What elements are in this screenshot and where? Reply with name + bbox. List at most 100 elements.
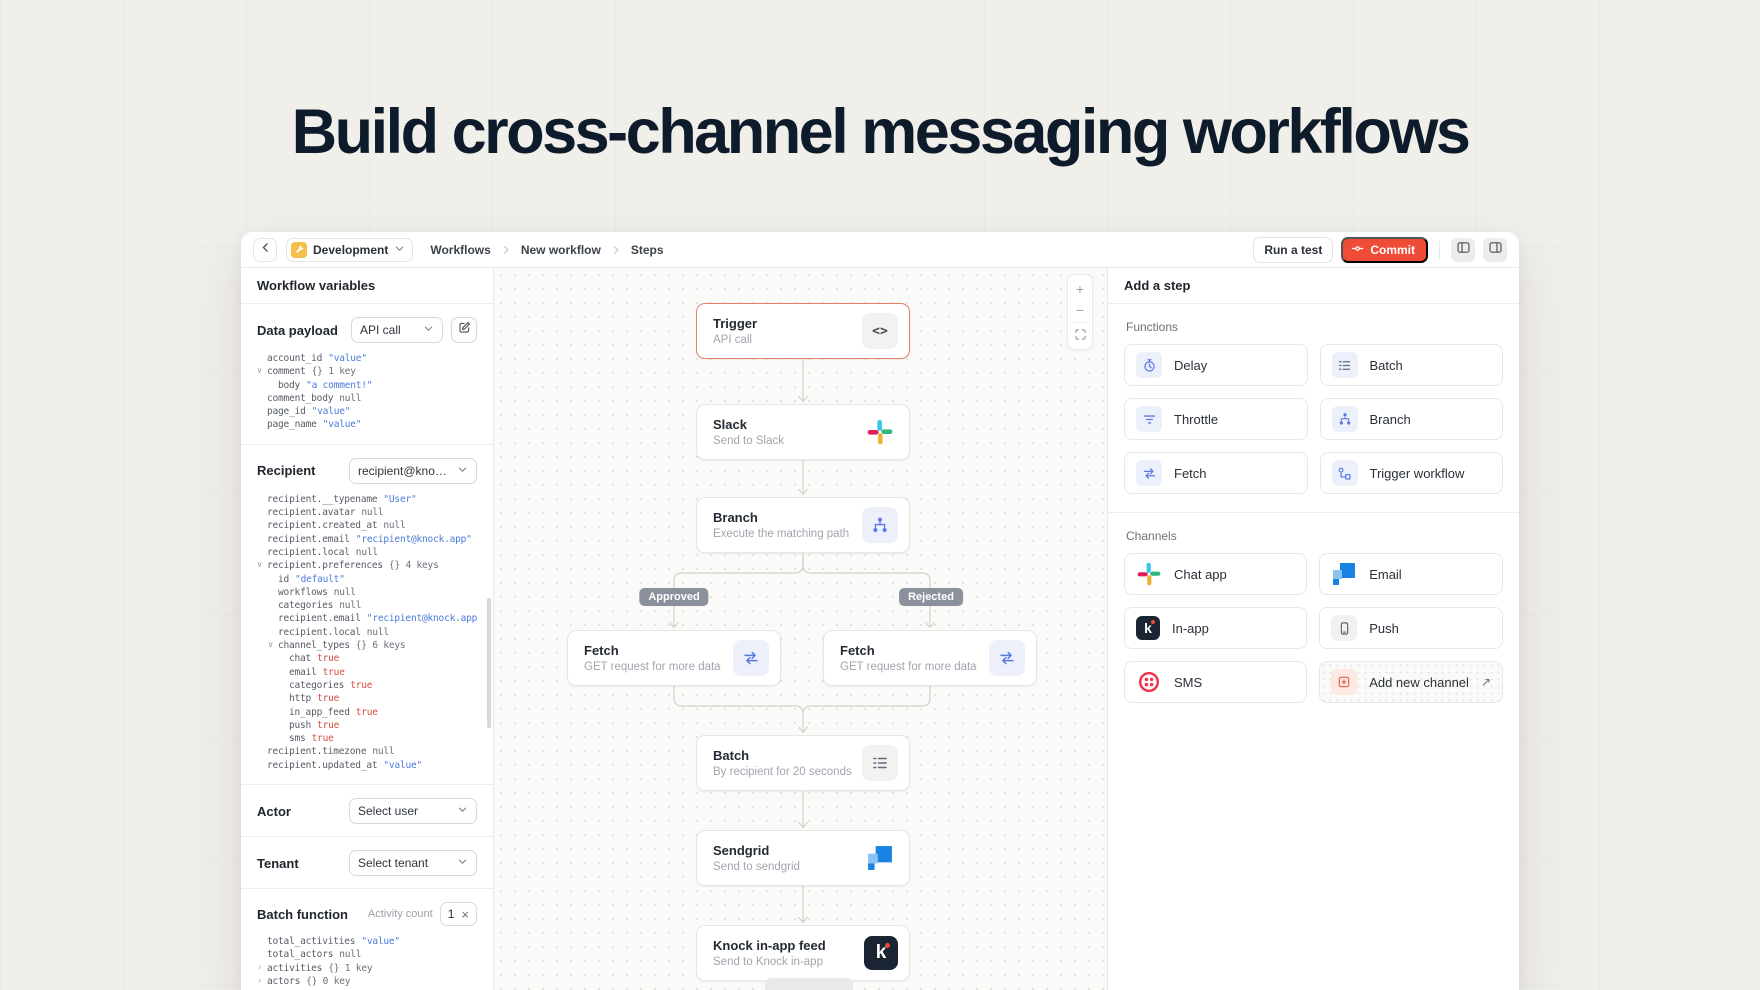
step-card-in-app[interactable]: kIn-app	[1124, 607, 1307, 649]
add-a-step-title: Add a step	[1108, 268, 1519, 304]
tree-expander[interactable]: ∨	[268, 639, 278, 652]
commit-button[interactable]: Commit	[1341, 237, 1428, 263]
recipient-label: Recipient	[257, 463, 316, 478]
workflow-canvas[interactable]: TriggerAPI call <> SlackSend to Slack Br…	[494, 268, 1107, 990]
json-tree-row: ›activities{} 1 key	[257, 962, 477, 975]
activity-count-input[interactable]: 1 ×	[440, 902, 477, 926]
sms-icon	[1136, 669, 1162, 695]
json-tree-row: recipient.timezonenull	[257, 745, 477, 758]
workflow-node-batch[interactable]: BatchBy recipient for 20 seconds	[696, 735, 910, 791]
chevron-right-icon	[610, 244, 622, 256]
branch-label-approved: Approved	[639, 588, 708, 606]
workflow-node-branch[interactable]: BranchExecute the matching path	[696, 497, 910, 553]
tree-expander[interactable]: ›	[257, 975, 267, 988]
json-tree-row: recipient.localnull	[257, 626, 477, 639]
fit-icon	[1074, 328, 1087, 344]
remove-activity-count-button[interactable]: ×	[461, 908, 469, 921]
step-card-label: Trigger workflow	[1370, 466, 1465, 481]
tenant-select[interactable]: Select tenant	[349, 850, 477, 876]
json-tree-row: httptrue	[257, 692, 477, 705]
commit-icon	[1351, 242, 1364, 258]
batch-icon	[1332, 352, 1358, 378]
json-tree-row: categoriesnull	[257, 599, 477, 612]
step-card-label: Throttle	[1174, 412, 1218, 427]
functions-label: Functions	[1126, 320, 1501, 334]
zoom-out-button[interactable]: −	[1069, 299, 1091, 320]
breadcrumb: Workflows New workflow Steps	[430, 243, 663, 257]
edit-payload-button[interactable]	[451, 317, 477, 343]
json-tree-row: chattrue	[257, 652, 477, 665]
step-card-add-new-channel[interactable]: Add new channel ↗	[1319, 661, 1503, 703]
zoom-in-button[interactable]: +	[1069, 278, 1091, 299]
breadcrumb-workflows[interactable]: Workflows	[430, 243, 490, 257]
json-tree-row: categoriestrue	[257, 679, 477, 692]
json-tree-row: page_id"value"	[257, 405, 477, 418]
tree-expander[interactable]: ∨	[257, 365, 267, 378]
step-card-label: Add new channel	[1369, 675, 1469, 690]
tenant-section: Tenant Select tenant	[241, 836, 493, 888]
fit-view-button[interactable]	[1069, 325, 1091, 346]
batch-icon	[862, 745, 898, 781]
step-card-push[interactable]: Push	[1319, 607, 1503, 649]
app-topbar: Development Workflows New workflow Steps…	[241, 232, 1519, 268]
environment-label: Development	[313, 243, 388, 257]
recipient-select[interactable]: recipient@knock....	[349, 458, 477, 484]
json-tree-row: recipient.email"recipient@knock.app"	[257, 533, 477, 546]
workflow-node-knock-in-app[interactable]: Knock in-app feedSend to Knock in-app k	[696, 925, 910, 981]
step-card-chat-app[interactable]: Chat app	[1124, 553, 1307, 595]
recipient-json-tree: recipient.__typename"User"recipient.avat…	[257, 493, 477, 772]
step-card-label: In-app	[1172, 621, 1209, 636]
workflow-node-sendgrid[interactable]: SendgridSend to sendgrid	[696, 830, 910, 886]
branch-icon	[862, 507, 898, 543]
json-tree-row: ∨comment{} 1 key	[257, 365, 477, 378]
branch-label-rejected: Rejected	[899, 588, 963, 606]
step-card-throttle[interactable]: Throttle	[1124, 398, 1308, 440]
workflow-node-fetch-right[interactable]: FetchGET request for more data	[823, 630, 1037, 686]
toggle-left-panel-button[interactable]	[1451, 238, 1475, 262]
step-card-trigger-workflow[interactable]: Trigger workflow	[1320, 452, 1504, 494]
step-card-label: Email	[1369, 567, 1402, 582]
panel-right-icon	[1488, 240, 1503, 260]
breadcrumb-new-workflow[interactable]: New workflow	[521, 243, 601, 257]
workflow-node-fetch-left[interactable]: FetchGET request for more data	[567, 630, 781, 686]
data-payload-section: Data payload API call account_id"value"∨…	[241, 304, 493, 444]
json-tree-row: recipient.localnull	[257, 546, 477, 559]
throttle-icon	[1136, 406, 1162, 432]
step-card-email[interactable]: Email	[1319, 553, 1503, 595]
json-tree-row: recipient.updated_at"value"	[257, 759, 477, 772]
step-card-branch[interactable]: Branch	[1320, 398, 1504, 440]
json-tree-row: ›actors{} 0 key	[257, 975, 477, 988]
step-card-fetch[interactable]: Fetch	[1124, 452, 1308, 494]
sidebar-scrollbar[interactable]	[487, 598, 491, 728]
json-tree-row: page_name"value"	[257, 418, 477, 431]
step-card-batch[interactable]: Batch	[1320, 344, 1504, 386]
toggle-right-panel-button[interactable]	[1483, 238, 1507, 262]
workflow-node-trigger[interactable]: TriggerAPI call <>	[696, 303, 910, 359]
chevron-down-icon	[394, 241, 405, 259]
fetch-icon	[989, 640, 1025, 676]
json-tree-row: pushtrue	[257, 719, 477, 732]
actor-section: Actor Select user	[241, 784, 493, 836]
tree-expander[interactable]: ∨	[257, 559, 267, 572]
pencil-icon	[457, 320, 472, 340]
back-button[interactable]	[253, 238, 277, 262]
chevron-down-icon	[457, 856, 468, 870]
step-card-label: Delay	[1174, 358, 1207, 373]
json-tree-row: total_activities"value"	[257, 935, 477, 948]
actor-label: Actor	[257, 804, 291, 819]
external-link-icon: ↗	[1481, 675, 1491, 689]
data-payload-select[interactable]: API call	[351, 317, 443, 343]
step-card-label: Push	[1369, 621, 1399, 636]
workflow-node-slack[interactable]: SlackSend to Slack	[696, 404, 910, 460]
actor-select[interactable]: Select user	[349, 798, 477, 824]
delay-icon	[1136, 352, 1162, 378]
step-card-delay[interactable]: Delay	[1124, 344, 1308, 386]
environment-switcher[interactable]: Development	[286, 238, 413, 262]
step-card-sms[interactable]: SMS	[1124, 661, 1307, 703]
run-a-test-button[interactable]: Run a test	[1253, 237, 1333, 263]
push-icon	[1331, 615, 1357, 641]
tree-expander[interactable]: ›	[257, 962, 267, 975]
fetch-icon	[733, 640, 769, 676]
workflow-variables-title: Workflow variables	[241, 268, 493, 304]
breadcrumb-steps[interactable]: Steps	[631, 243, 664, 257]
